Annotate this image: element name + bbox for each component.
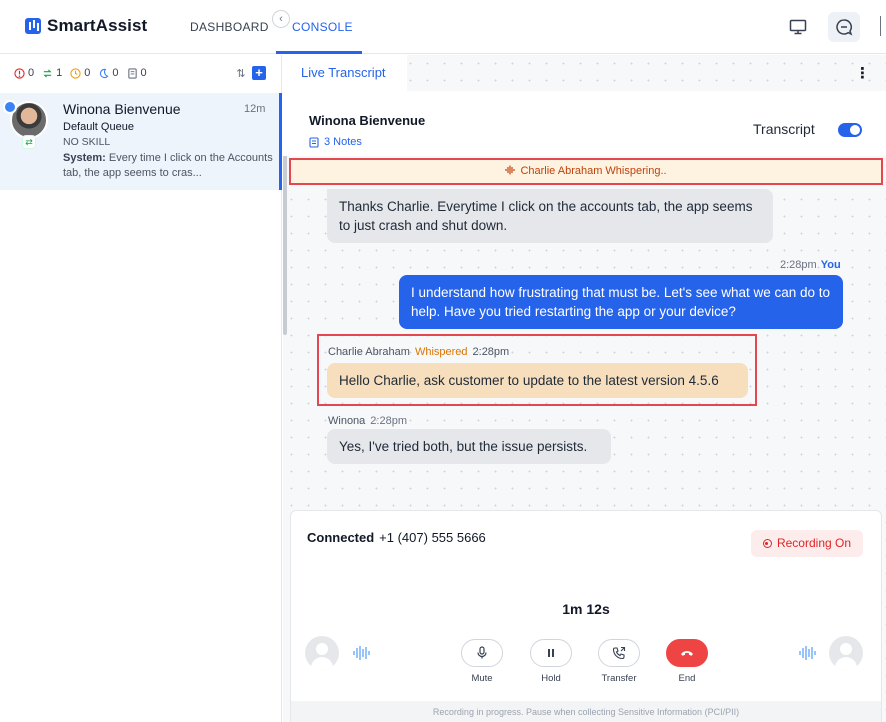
whisper-sender: Charlie Abraham: [328, 346, 410, 358]
transfer-control: Transfer: [596, 639, 642, 684]
active-tab-indicator: [276, 51, 362, 54]
chat-icon[interactable]: [828, 12, 860, 42]
conversation-item[interactable]: ⇄ Winona Bienvenue 12m Default Queue NO …: [0, 93, 282, 190]
tab-dashboard[interactable]: DASHBOARD: [190, 20, 269, 34]
transcript-toggle[interactable]: [838, 123, 862, 137]
whisper-message: Hello Charlie, ask customer to update to…: [327, 363, 748, 398]
counter-waiting-value: 0: [84, 67, 91, 79]
monitor-icon[interactable]: [782, 12, 814, 42]
queue-counters: 0 1 0 0 0: [14, 67, 147, 79]
agent-message: I understand how frustrating that must b…: [399, 275, 843, 329]
counter-away-value: 0: [112, 67, 119, 79]
agent-message-sender: You: [820, 259, 841, 271]
transcript-header: Winona Bienvenue 3 Notes Transcript: [283, 91, 886, 156]
counter-notes-value: 0: [140, 67, 147, 79]
app-root: SmartAssist DASHBOARD CONSOLE 0 1 0 0 0 …: [0, 0, 886, 722]
hang-up-icon: [681, 651, 693, 656]
customer-message-sender: Winona: [328, 415, 366, 427]
recording-button[interactable]: Recording On: [751, 530, 863, 557]
call-phone: +1 (407) 555 5666: [379, 530, 486, 545]
customer-message-time: 2:28pm: [370, 415, 407, 427]
queue-actions: ⇅ +: [234, 66, 266, 80]
mute-button[interactable]: [461, 639, 503, 667]
counter-waiting[interactable]: 0: [70, 67, 90, 79]
counter-alerts[interactable]: 0: [14, 67, 34, 79]
pause-icon: [548, 649, 554, 657]
tab-console[interactable]: CONSOLE: [292, 20, 353, 34]
whisper-time: 2:28pm: [472, 346, 510, 358]
tab-live-transcript-label: Live Transcript: [301, 65, 386, 80]
hold-button[interactable]: [530, 639, 572, 667]
sort-icon[interactable]: ⇅: [234, 67, 248, 80]
conversation-skill: NO SKILL: [63, 136, 111, 148]
moon-icon: [100, 68, 109, 78]
counter-away[interactable]: 0: [98, 67, 119, 79]
alert-icon: [14, 67, 25, 79]
counter-alerts-value: 0: [28, 67, 35, 79]
queue-panel: 0 1 0 0 0 ⇅ + ⇄ Winona Bienvenue 12m Def…: [0, 55, 282, 722]
customer-avatar: [829, 636, 863, 670]
nav-overflow-icon[interactable]: [880, 16, 886, 36]
collapse-panel-button[interactable]: ‹: [272, 10, 290, 28]
top-nav: SmartAssist DASHBOARD CONSOLE: [0, 0, 886, 54]
phone-badge-icon: [3, 100, 17, 114]
transfer-button[interactable]: [598, 639, 640, 667]
whisper-banner: Charlie Abraham Whispering..: [289, 158, 883, 185]
clock-icon: [70, 67, 81, 79]
notes-link[interactable]: 3 Notes: [309, 136, 362, 148]
call-status-label: Connected: [307, 530, 375, 545]
transcript-toggle-label: Transcript: [753, 121, 815, 137]
notes-icon: [127, 67, 137, 79]
hold-control: Hold: [528, 639, 574, 684]
agent-message-meta: 2:28pm You: [780, 259, 841, 271]
customer-message-meta: Winona 2:28pm: [328, 415, 407, 427]
scrollbar[interactable]: [283, 135, 287, 335]
more-options-icon[interactable]: ⋮: [855, 64, 870, 82]
conversation-time: 12m: [244, 103, 266, 115]
add-button[interactable]: +: [252, 66, 266, 80]
agent-audio-wave-icon: [353, 646, 370, 660]
customer-message-2: Yes, I've tried both, but the issue pers…: [327, 429, 611, 464]
notes-icon: [309, 136, 319, 148]
counter-transfers[interactable]: 1: [42, 67, 62, 79]
counter-transfers-value: 1: [56, 67, 63, 79]
hold-label: Hold: [541, 673, 561, 684]
counter-notes[interactable]: 0: [127, 67, 147, 79]
call-timer: 1m 12s: [562, 601, 610, 617]
brand-name: SmartAssist: [47, 16, 148, 35]
brand-logo-icon: [25, 18, 41, 34]
agent-message-time: 2:28pm: [780, 259, 817, 271]
whisper-message-meta: Charlie Abraham Whispered 2:28pm: [328, 346, 509, 358]
transfer-badge-icon: ⇄: [22, 135, 36, 149]
call-status: Connected +1 (407) 555 5666: [307, 530, 486, 545]
transcript-area: Live Transcript ⋮ Winona Bienvenue 3 Not…: [283, 55, 886, 722]
mute-control: Mute: [459, 639, 505, 684]
customer-audio-wave-icon: [799, 646, 816, 660]
phone-transfer-icon: [612, 646, 626, 660]
customer-name: Winona Bienvenue: [309, 113, 426, 128]
conversation-preview: System: Every time I click on the Accoun…: [63, 151, 273, 181]
end-call-button[interactable]: [666, 639, 708, 667]
transfer-label: Transfer: [601, 673, 637, 684]
transcript-tabbar: Live Transcript ⋮: [283, 55, 886, 91]
customer-message: Thanks Charlie. Everytime I click on the…: [327, 189, 773, 243]
end-control: End: [664, 639, 710, 684]
recording-footer: Recording in progress. Pause when collec…: [291, 701, 881, 722]
end-label: End: [678, 673, 696, 684]
recording-label: Recording On: [776, 536, 852, 550]
agent-avatar: [305, 636, 339, 670]
call-panel: Connected +1 (407) 555 5666 Recording On …: [290, 510, 882, 722]
conversation-name: Winona Bienvenue: [63, 101, 181, 117]
brand[interactable]: SmartAssist: [25, 16, 147, 36]
mute-label: Mute: [471, 673, 493, 684]
notes-label: 3 Notes: [324, 136, 362, 148]
transfer-icon: [43, 68, 52, 78]
audio-wave-icon: [505, 165, 516, 175]
whisper-banner-text: Charlie Abraham Whispering..: [520, 165, 667, 177]
conversation-queue: Default Queue: [63, 121, 134, 133]
whisper-tag: Whispered: [414, 346, 468, 358]
microphone-icon: [477, 646, 487, 659]
record-icon: [762, 539, 772, 548]
system-label: System:: [63, 152, 106, 164]
